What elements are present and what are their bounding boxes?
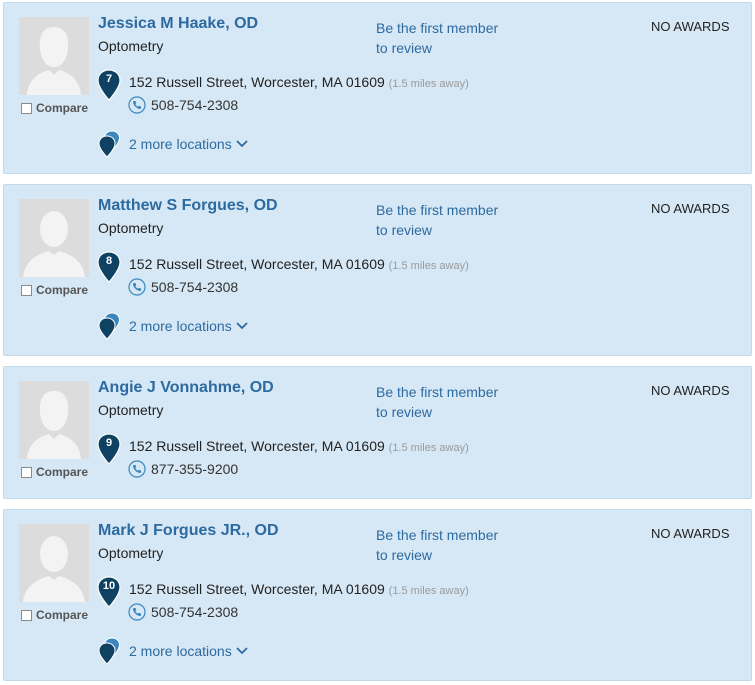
compare-label: Compare <box>36 608 89 622</box>
review-line-1[interactable]: Be the first member <box>376 382 498 402</box>
phone-icon <box>128 96 146 114</box>
awards-status: NO AWARDS <box>651 19 730 34</box>
distance: (1.5 miles away) <box>388 442 469 454</box>
silhouette-avatar-icon <box>19 199 89 277</box>
review-link[interactable]: Be the first member to review <box>376 200 498 240</box>
review-link[interactable]: Be the first member to review <box>376 525 498 565</box>
address-text: 152 Russell Street, Worcester, MA 01609 <box>129 256 385 272</box>
distance: (1.5 miles away) <box>388 78 469 90</box>
avatar[interactable] <box>19 381 89 459</box>
phone-icon <box>128 460 146 478</box>
specialty: Optometry <box>98 545 164 561</box>
phone-number[interactable]: 508-754-2308 <box>151 279 238 295</box>
doctor-card: Compare Mark J Forgues JR., OD Optometry… <box>3 509 752 681</box>
chevron-down-icon[interactable] <box>236 322 248 330</box>
pin-number: 9 <box>105 437 113 449</box>
address: 152 Russell Street, Worcester, MA 01609 … <box>129 256 469 272</box>
doctor-name-link[interactable]: Matthew S Forgues, OD <box>98 197 278 215</box>
review-line-2[interactable]: to review <box>376 220 498 240</box>
map-pin-icon[interactable]: 9 <box>97 433 121 465</box>
compare-checkbox[interactable]: Compare <box>21 101 88 115</box>
doctor-card: Compare Matthew S Forgues, OD Optometry … <box>3 184 752 356</box>
review-line-1[interactable]: Be the first member <box>376 200 498 220</box>
more-locations-link[interactable]: 2 more locations <box>129 643 248 659</box>
map-pin-icon[interactable]: 10 <box>97 576 121 608</box>
compare-checkbox[interactable]: Compare <box>21 465 88 479</box>
checkbox-box[interactable] <box>21 609 32 621</box>
review-line-2[interactable]: to review <box>376 38 498 58</box>
pin-number: 7 <box>105 73 113 85</box>
review-link[interactable]: Be the first member to review <box>376 382 498 422</box>
review-line-2[interactable]: to review <box>376 545 498 565</box>
distance: (1.5 miles away) <box>388 585 469 597</box>
multi-pin-icon <box>98 637 121 665</box>
phone-icon <box>128 278 146 296</box>
phone-number[interactable]: 877-355-9200 <box>151 461 238 477</box>
map-pin-icon[interactable]: 8 <box>97 251 121 283</box>
doctor-card: Compare Angie J Vonnahme, OD Optometry B… <box>3 366 752 499</box>
specialty: Optometry <box>98 38 164 54</box>
checkbox-box[interactable] <box>21 466 32 478</box>
specialty: Optometry <box>98 220 164 236</box>
doctor-card: Compare Jessica M Haake, OD Optometry Be… <box>3 2 752 174</box>
address: 152 Russell Street, Worcester, MA 01609 … <box>129 581 469 597</box>
silhouette-avatar-icon <box>19 524 89 602</box>
phone-number[interactable]: 508-754-2308 <box>151 97 238 113</box>
silhouette-avatar-icon <box>19 381 89 459</box>
multi-pin-icon <box>98 130 121 158</box>
review-link[interactable]: Be the first member to review <box>376 18 498 58</box>
address-text: 152 Russell Street, Worcester, MA 01609 <box>129 581 385 597</box>
address-text: 152 Russell Street, Worcester, MA 01609 <box>129 438 385 454</box>
awards-status: NO AWARDS <box>651 201 730 216</box>
chevron-down-icon[interactable] <box>236 647 248 655</box>
compare-checkbox[interactable]: Compare <box>21 608 88 622</box>
review-line-1[interactable]: Be the first member <box>376 525 498 545</box>
multi-pin-icon <box>98 312 121 340</box>
avatar[interactable] <box>19 524 89 602</box>
silhouette-avatar-icon <box>19 17 89 95</box>
pin-number: 8 <box>105 255 113 267</box>
address-text: 152 Russell Street, Worcester, MA 01609 <box>129 74 385 90</box>
more-locations-label[interactable]: 2 more locations <box>129 643 232 659</box>
doctor-name-link[interactable]: Angie J Vonnahme, OD <box>98 379 274 397</box>
map-pin-icon[interactable]: 7 <box>97 69 121 101</box>
avatar[interactable] <box>19 17 89 95</box>
phone-icon <box>128 603 146 621</box>
address: 152 Russell Street, Worcester, MA 01609 … <box>129 438 469 454</box>
more-locations-link[interactable]: 2 more locations <box>129 318 248 334</box>
compare-checkbox[interactable]: Compare <box>21 283 88 297</box>
specialty: Optometry <box>98 402 164 418</box>
compare-label: Compare <box>36 465 89 479</box>
compare-label: Compare <box>36 283 89 297</box>
checkbox-box[interactable] <box>21 102 32 114</box>
awards-status: NO AWARDS <box>651 526 730 541</box>
more-locations-link[interactable]: 2 more locations <box>129 136 248 152</box>
review-line-2[interactable]: to review <box>376 402 498 422</box>
doctor-name-link[interactable]: Jessica M Haake, OD <box>98 15 258 33</box>
awards-status: NO AWARDS <box>651 383 730 398</box>
distance: (1.5 miles away) <box>388 260 469 272</box>
review-line-1[interactable]: Be the first member <box>376 18 498 38</box>
address: 152 Russell Street, Worcester, MA 01609 … <box>129 74 469 90</box>
phone-number[interactable]: 508-754-2308 <box>151 604 238 620</box>
avatar[interactable] <box>19 199 89 277</box>
chevron-down-icon[interactable] <box>236 140 248 148</box>
more-locations-label[interactable]: 2 more locations <box>129 136 232 152</box>
more-locations-label[interactable]: 2 more locations <box>129 318 232 334</box>
pin-number: 10 <box>102 580 116 592</box>
checkbox-box[interactable] <box>21 284 32 296</box>
compare-label: Compare <box>36 101 89 115</box>
doctor-name-link[interactable]: Mark J Forgues JR., OD <box>98 522 279 540</box>
